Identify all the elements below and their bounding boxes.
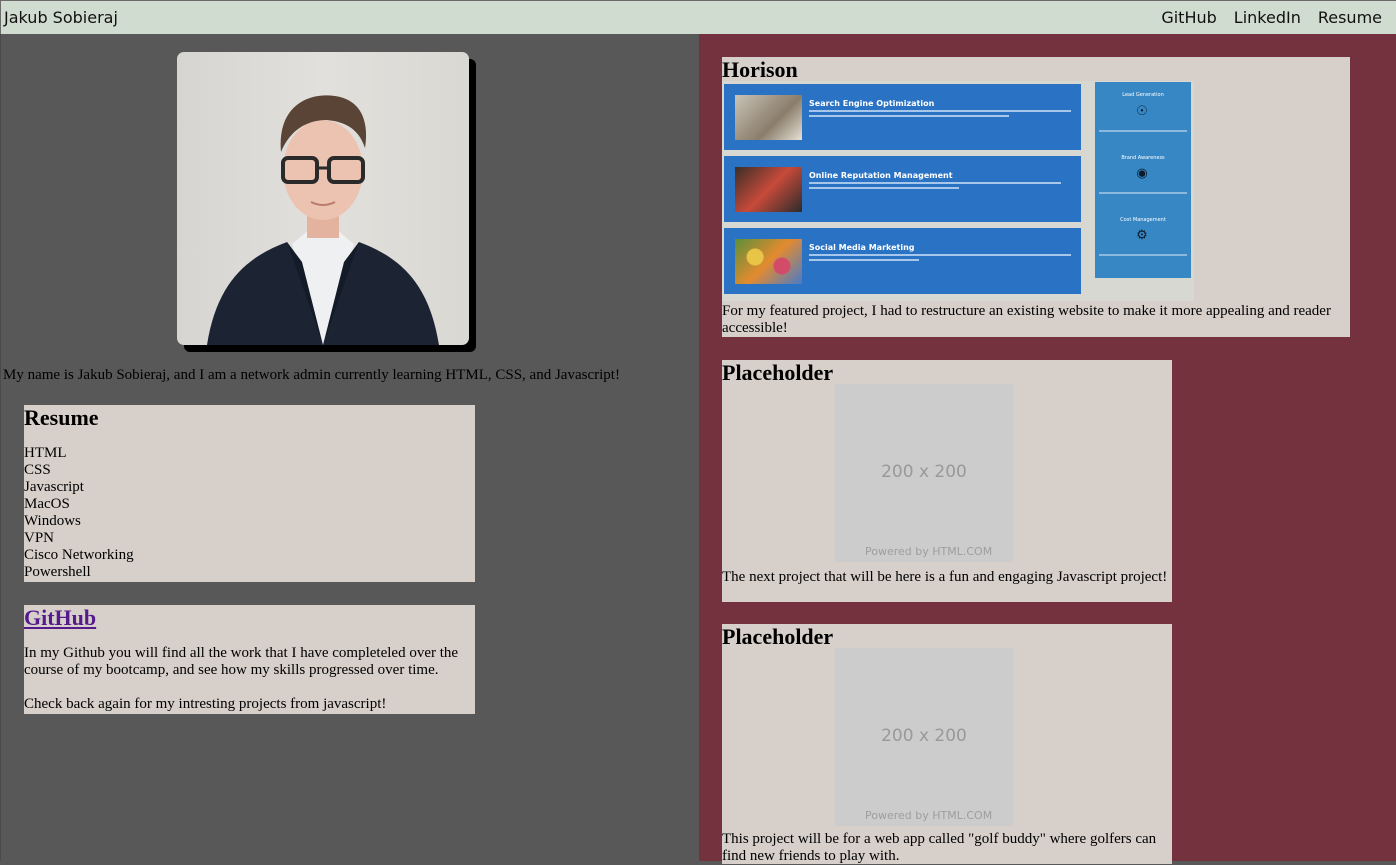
screenshot-row: Search Engine Optimization — [724, 84, 1081, 150]
text-line — [1099, 130, 1187, 132]
screenshot-row: Social Media Marketing — [724, 228, 1081, 294]
skill-item: Windows — [24, 513, 81, 529]
project-title: Horison — [722, 57, 798, 82]
placeholder-credit: Powered by HTML.COM — [865, 545, 993, 558]
thumbnail-image — [735, 239, 802, 284]
project-description: This project will be for a web app calle… — [722, 831, 1157, 864]
text-line — [809, 259, 919, 261]
thumbnail-image — [735, 167, 802, 212]
thumbnail-image — [735, 95, 802, 140]
placeholder-image: 200 x 200 Powered by HTML.COM — [835, 384, 1013, 562]
resume-title: Resume — [24, 405, 99, 430]
nav-links: GitHub LinkedIn Resume — [1161, 8, 1382, 27]
top-navbar: Jakub Sobieraj GitHub LinkedIn Resume — [0, 0, 1396, 34]
skill-item: MacOS — [24, 496, 70, 512]
project-description: For my featured project, I had to restru… — [722, 303, 1331, 336]
coins-icon: ⚙ — [1136, 227, 1148, 242]
placeholder-credit: Powered by HTML.COM — [865, 809, 993, 822]
skill-item: HTML — [24, 445, 67, 461]
text-line — [809, 187, 959, 189]
screenshot-row: Online Reputation Management — [724, 156, 1081, 222]
nav-link-linkedin[interactable]: LinkedIn — [1234, 8, 1301, 27]
text-line — [809, 110, 1071, 112]
github-paragraph-2: Check back again for my intresting proje… — [24, 696, 387, 712]
text-line — [1099, 254, 1187, 256]
text-line — [809, 182, 1061, 184]
right-column: Horison Search Engine Optimization Onlin… — [699, 34, 1396, 864]
broadcast-icon: ◉ — [1136, 165, 1148, 180]
project-card-placeholder: Placeholder 200 x 200 Powered by HTML.CO… — [722, 624, 1172, 864]
screenshot-sidebar: Lead Generation ☉ Brand Awareness ◉ Cost… — [1095, 82, 1191, 278]
profile-photo — [177, 52, 469, 345]
placeholder-image: 200 x 200 Powered by HTML.COM — [835, 648, 1013, 826]
github-card: GitHub In my Github you will find all th… — [24, 605, 475, 714]
project-card-placeholder: Placeholder 200 x 200 Powered by HTML.CO… — [722, 360, 1172, 602]
text-line — [809, 115, 1009, 117]
skill-item: Cisco Networking — [24, 547, 134, 563]
lightbulb-icon: ☉ — [1136, 103, 1148, 118]
placeholder-size-label: 200 x 200 — [881, 726, 967, 746]
project-card-horison: Horison Search Engine Optimization Onlin… — [722, 57, 1350, 337]
github-link[interactable]: GitHub — [24, 605, 96, 630]
nav-link-github[interactable]: GitHub — [1161, 8, 1216, 27]
skill-item: Powershell — [24, 564, 91, 580]
project-title: Placeholder — [722, 624, 834, 649]
project-screenshot[interactable]: Search Engine Optimization Online Reputa… — [722, 81, 1194, 301]
nav-link-resume[interactable]: Resume — [1318, 8, 1382, 27]
github-paragraph: In my Github you will find all the work … — [24, 645, 459, 678]
project-description: The next project that will be here is a … — [722, 569, 1168, 585]
left-column: My name is Jakub Sobieraj, and I am a ne… — [0, 34, 699, 861]
skill-item: Javascript — [24, 479, 84, 495]
skill-list: HTML CSS Javascript MacOS Windows VPN Ci… — [24, 445, 475, 581]
intro-text: My name is Jakub Sobieraj, and I am a ne… — [3, 367, 620, 383]
text-line — [1099, 192, 1187, 194]
text-line — [809, 254, 1071, 256]
skill-item: VPN — [24, 530, 55, 546]
sidebar-label: Lead Generation — [1122, 92, 1164, 98]
resume-card: Resume HTML CSS Javascript MacOS Windows… — [24, 405, 475, 582]
project-title: Placeholder — [722, 360, 834, 385]
placeholder-size-label: 200 x 200 — [881, 462, 967, 482]
skill-item: CSS — [24, 462, 51, 478]
brand-name[interactable]: Jakub Sobieraj — [4, 8, 118, 27]
